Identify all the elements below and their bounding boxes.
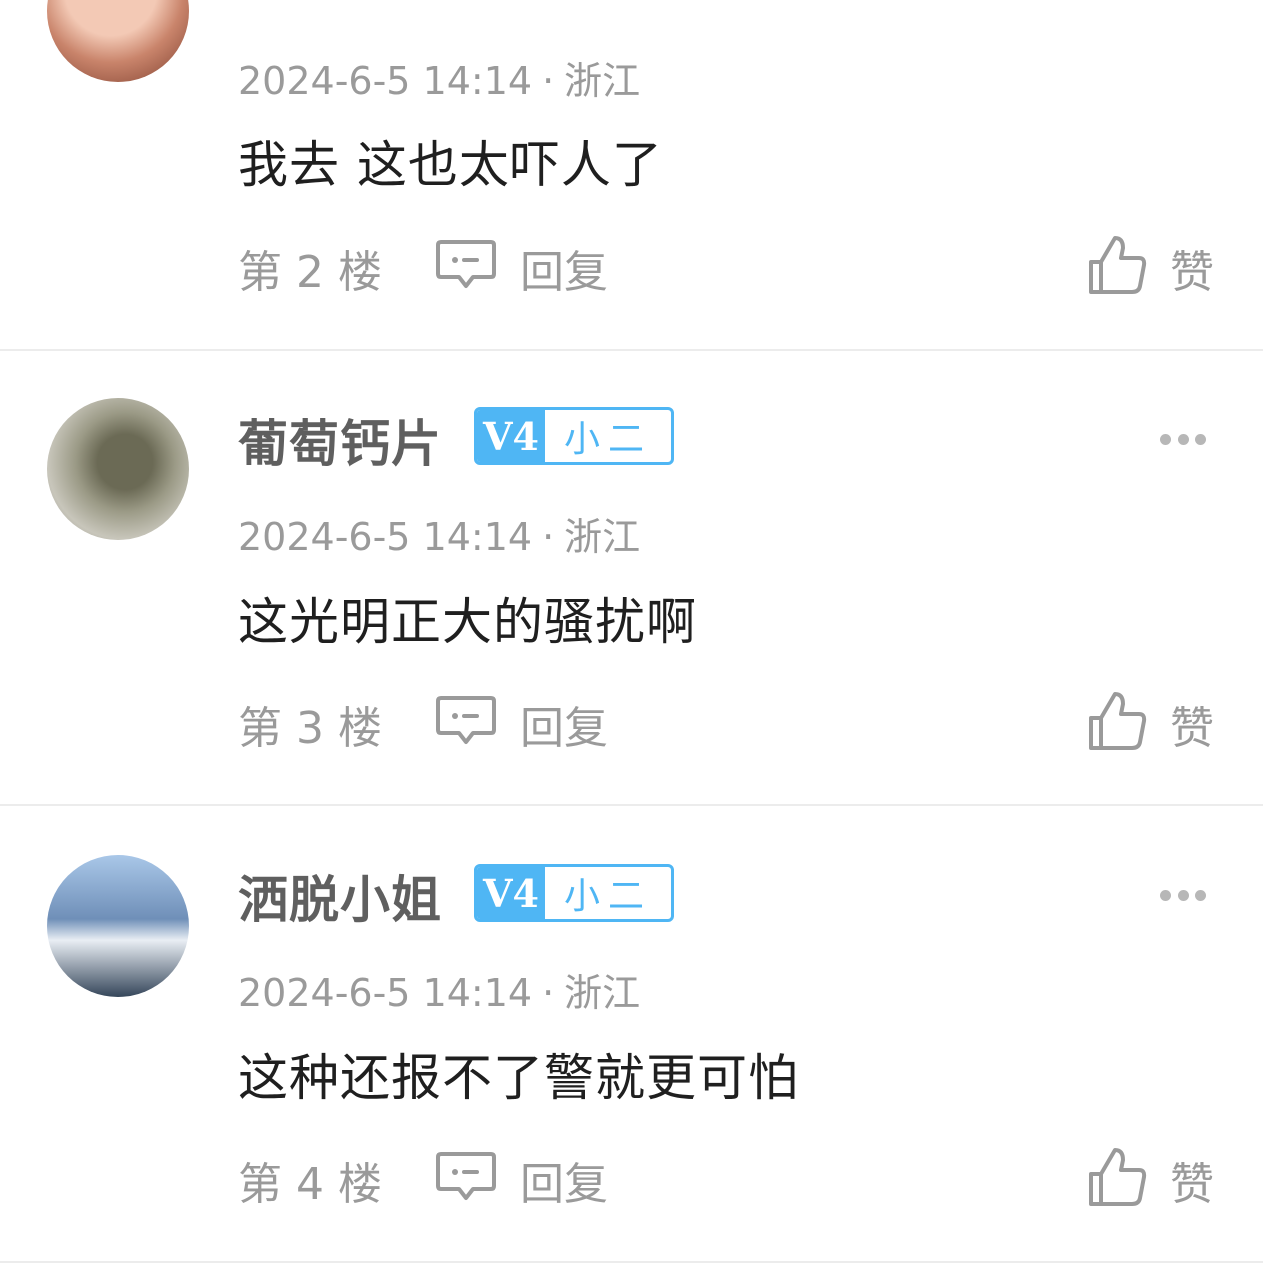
comment-location: 浙江 [564, 59, 641, 103]
level-badge: V4 小二 [474, 407, 674, 465]
reply-icon[interactable] [435, 694, 497, 746]
level-title: 小二 [563, 419, 652, 460]
comment-date: 2024-6-5 14:14 [238, 971, 533, 1015]
like-button[interactable]: 赞 [1170, 692, 1214, 756]
comment-location: 浙江 [564, 515, 641, 559]
comment-location: 浙江 [564, 971, 641, 1015]
comment-date: 2024-6-5 14:14 [238, 515, 533, 559]
user-avatar[interactable] [47, 855, 189, 997]
comment-text: 这光明正大的骚扰啊 [238, 593, 697, 651]
reply-icon[interactable] [435, 238, 497, 290]
comment-meta: 2024-6-5 14:14 · 浙江 [238, 50, 640, 105]
floor-label: 第 4 楼 [238, 1159, 382, 1210]
thumbs-up-icon[interactable] [1087, 234, 1149, 296]
comment-text: 我去 这也太吓人了 [238, 136, 663, 194]
level-number: V4 [477, 410, 545, 462]
more-options-icon[interactable] [1160, 432, 1206, 446]
comment-divider [0, 1261, 1263, 1263]
comment-floor-2: 2024-6-5 14:14 · 浙江 我去 这也太吓人了 第 2 楼 回复 赞 [0, 0, 1263, 350]
meta-separator: · [542, 515, 555, 559]
reply-icon[interactable] [435, 1150, 497, 1202]
floor-label: 第 2 楼 [238, 247, 382, 298]
comment-text: 这种还报不了警就更可怕 [238, 1049, 799, 1107]
username[interactable]: 洒脱小姐 [238, 860, 442, 932]
reply-button[interactable]: 回复 [520, 1148, 608, 1212]
user-avatar[interactable] [47, 0, 189, 82]
comment-floor-3: 葡萄钙片 V4 小二 2024-6-5 14:14 · 浙江 这光明正大的骚扰啊 第… [0, 352, 1263, 805]
like-button[interactable]: 赞 [1170, 1148, 1214, 1212]
comment-meta: 2024-6-5 14:14 · 浙江 [238, 506, 640, 561]
level-title: 小二 [563, 876, 652, 917]
comment-divider [0, 349, 1263, 351]
thumbs-up-icon[interactable] [1087, 1146, 1149, 1208]
user-avatar[interactable] [47, 398, 189, 540]
comment-divider [0, 804, 1263, 806]
meta-separator: · [542, 59, 555, 103]
reply-button[interactable]: 回复 [520, 236, 608, 300]
like-button[interactable]: 赞 [1170, 236, 1214, 300]
floor-label: 第 3 楼 [238, 703, 382, 754]
more-options-icon[interactable] [1160, 888, 1206, 902]
comment-date: 2024-6-5 14:14 [238, 59, 533, 103]
thumbs-up-icon[interactable] [1087, 690, 1149, 752]
meta-separator: · [542, 971, 555, 1015]
reply-button[interactable]: 回复 [520, 692, 608, 756]
comment-meta: 2024-6-5 14:14 · 浙江 [238, 962, 640, 1017]
username[interactable]: 葡萄钙片 [238, 404, 442, 476]
comment-floor-4: 洒脱小姐 V4 小二 2024-6-5 14:14 · 浙江 这种还报不了警就更可怕… [0, 808, 1263, 1263]
level-badge: V4 小二 [474, 864, 674, 922]
level-number: V4 [477, 867, 545, 919]
